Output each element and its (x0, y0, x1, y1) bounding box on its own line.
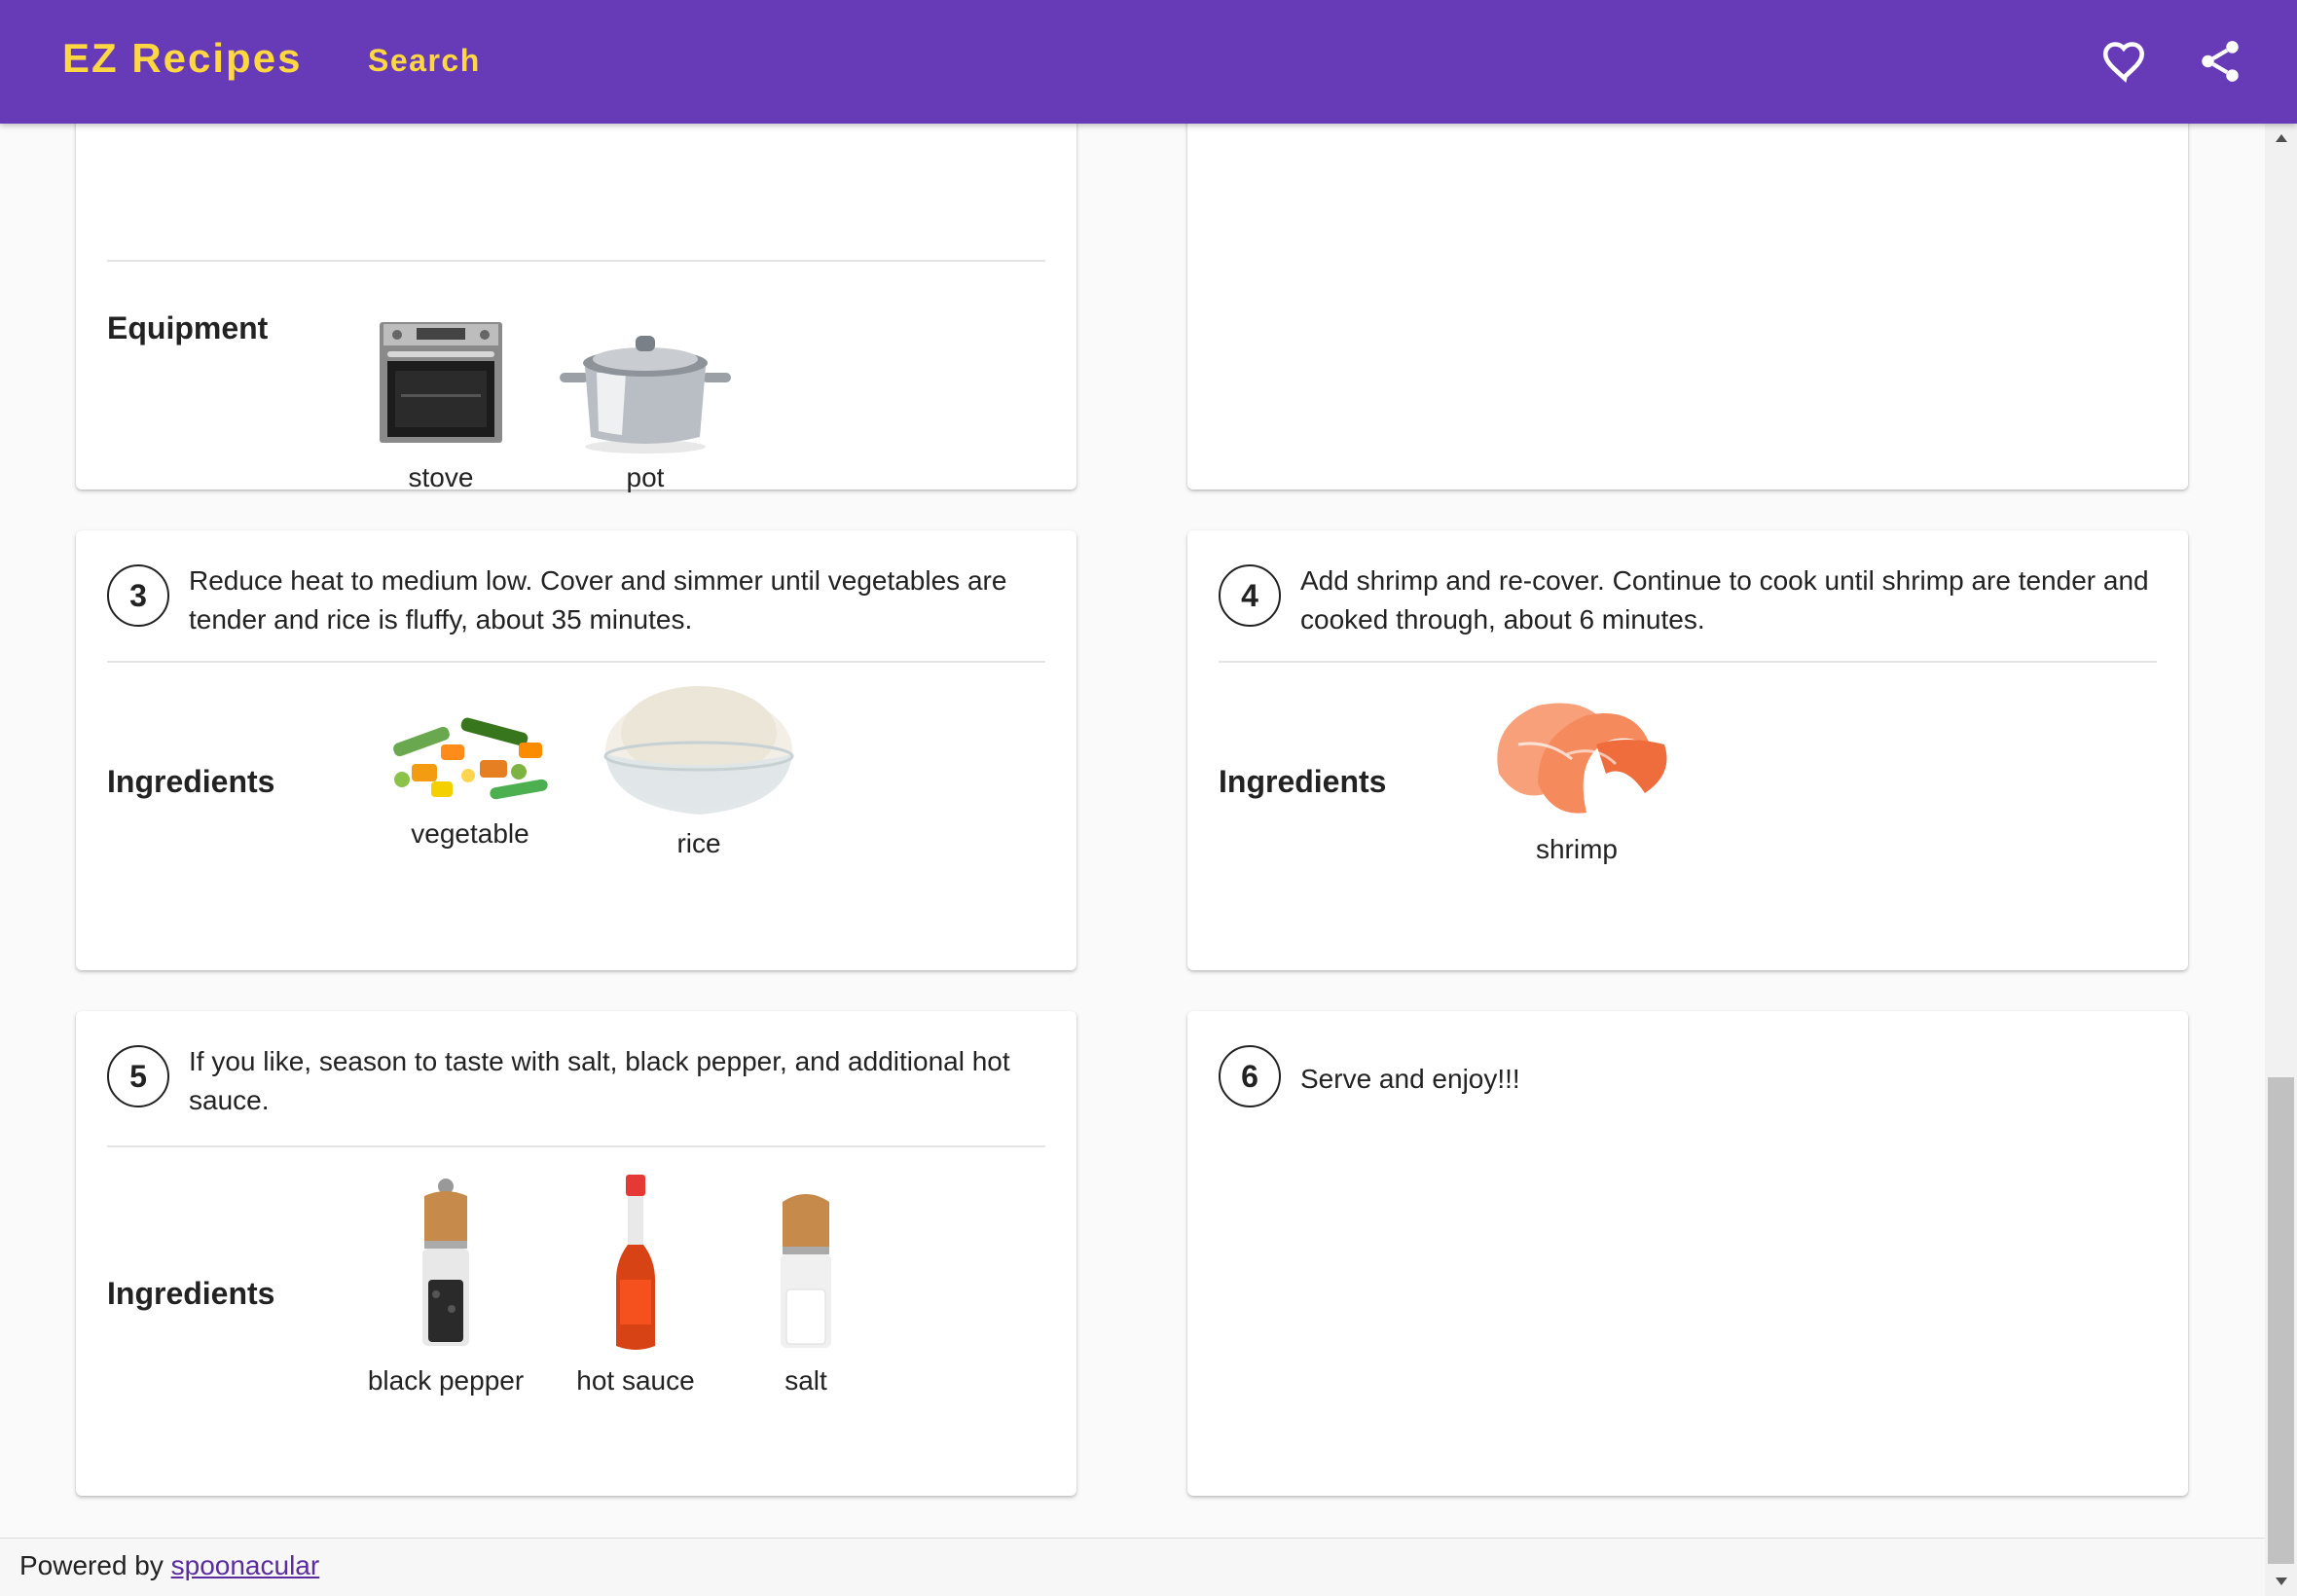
ingredient-item-salt: salt (757, 1173, 855, 1396)
equipment-name: pot (626, 462, 665, 492)
scroll-up-arrow-icon[interactable] (2265, 124, 2297, 153)
step-header: 3 Reduce heat to medium low. Cover and s… (107, 562, 1045, 639)
ingredient-name: shrimp (1535, 834, 1618, 864)
step-header: 6 Serve and enjoy!!! (1219, 1042, 2157, 1107)
spoonacular-link[interactable]: spoonacular (171, 1550, 320, 1580)
step-instruction: If you like, season to taste with salt, … (189, 1046, 1010, 1115)
step-divider (107, 661, 1045, 663)
hot-sauce-bottle-icon (616, 1175, 655, 1350)
oven-icon (380, 322, 502, 443)
vertical-scrollbar[interactable] (2265, 124, 2297, 1596)
salt-grinder-icon (781, 1194, 831, 1348)
step-instruction: Reduce heat to medium low. Cover and sim… (189, 565, 1007, 635)
rice-bowl-icon (603, 686, 794, 815)
page-footer: Powered by spoonacular (0, 1538, 2265, 1596)
ingredients-label: Ingredients (1219, 764, 1387, 799)
step-number-badge: 6 (1219, 1045, 1281, 1107)
share-icon[interactable] (2196, 37, 2244, 86)
step-instruction: Serve and enjoy!!! (1300, 1063, 1520, 1094)
step-card-6: 6 Serve and enjoy!!! (1187, 1011, 2188, 1496)
step-number-badge: 5 (107, 1045, 169, 1107)
ingredient-item-shrimp: shrimp (1475, 686, 1679, 865)
step-header: 5 If you like, season to taste with salt… (107, 1042, 1045, 1120)
pot-icon (560, 336, 731, 453)
step-card-5: 5 If you like, season to taste with salt… (76, 1011, 1076, 1496)
ingredient-item-black-pepper: black pepper (363, 1173, 529, 1396)
ingredient-name: vegetable (411, 818, 529, 849)
shrimp-icon (1497, 703, 1667, 814)
ingredient-name: black pepper (367, 1365, 525, 1396)
ingredients-label: Ingredients (107, 1276, 275, 1311)
ingredients-label: Ingredients (107, 764, 275, 799)
scroll-down-arrow-icon[interactable] (2265, 1567, 2297, 1596)
step-card-right-top (1187, 124, 2188, 490)
equipment-item-stove: stove (368, 318, 514, 493)
ingredient-item-rice: rice (597, 678, 801, 859)
equipment-name: stove (408, 462, 474, 492)
recipe-steps-area[interactable]: Equipment stove pot 3 Reduce heat to med… (0, 124, 2265, 1538)
equipment-item-pot: pot (548, 318, 743, 493)
ingredient-item-vegetable: vegetable (363, 686, 577, 850)
heart-icon[interactable] (2100, 37, 2149, 86)
step-divider (107, 260, 1045, 262)
ingredient-name: hot sauce (576, 1365, 695, 1396)
ingredient-name: rice (676, 828, 721, 858)
nav-search-link[interactable]: Search (368, 43, 481, 79)
step-instruction: Add shrimp and re-cover. Continue to coo… (1300, 565, 2149, 635)
step-header: 4 Add shrimp and re-cover. Continue to c… (1219, 562, 2157, 639)
footer-prefix: Powered by (19, 1550, 171, 1580)
step-divider (107, 1145, 1045, 1147)
ingredient-item-hot-sauce: hot sauce (563, 1173, 709, 1396)
step-card-2: Equipment stove pot (76, 124, 1076, 493)
equipment-label: Equipment (107, 310, 269, 345)
step-card-4: 4 Add shrimp and re-cover. Continue to c… (1187, 530, 2188, 970)
mixed-vegetables-icon (393, 717, 548, 800)
step-divider (1219, 661, 2157, 663)
step-number-badge: 4 (1219, 564, 1281, 627)
step-card-3: 3 Reduce heat to medium low. Cover and s… (76, 530, 1076, 970)
app-bar: EZ Recipes Search (0, 0, 2297, 124)
ingredient-name: salt (784, 1365, 827, 1396)
step-number-badge: 3 (107, 564, 169, 627)
scrollbar-thumb[interactable] (2268, 1077, 2294, 1564)
brand-title[interactable]: EZ Recipes (62, 35, 302, 82)
pepper-grinder-icon (422, 1179, 469, 1346)
